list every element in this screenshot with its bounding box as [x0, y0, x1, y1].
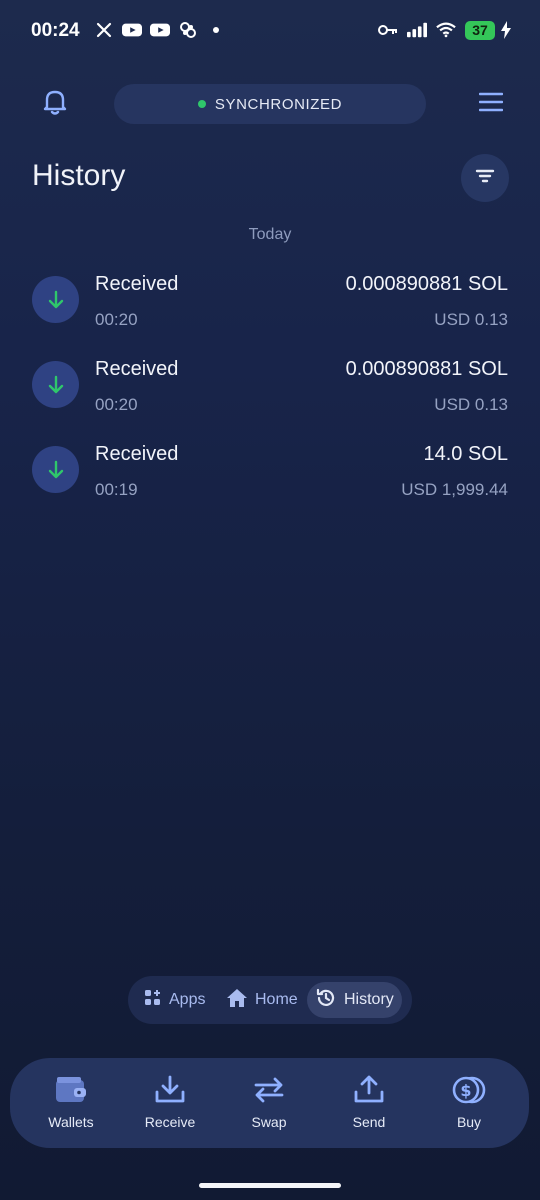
- menu-button[interactable]: [470, 84, 512, 124]
- home-icon: [226, 988, 248, 1013]
- nav-swap[interactable]: Swap: [219, 1058, 319, 1148]
- transaction-row[interactable]: Received 00:20 0.000890881 SOL USD 0.13: [0, 347, 540, 432]
- page-title: History: [32, 159, 126, 192]
- battery-icon: 37: [465, 20, 495, 40]
- nav-receive[interactable]: Receive: [120, 1058, 220, 1148]
- status-bar: 00:24 37: [0, 0, 540, 62]
- transaction-fiat-value: USD 1,999.44: [401, 480, 508, 499]
- received-arrow-icon: [32, 361, 79, 408]
- status-system-icons: 37: [378, 20, 516, 40]
- sync-status-pill[interactable]: SYNCHRONIZED: [114, 84, 426, 124]
- history-icon: [315, 987, 337, 1014]
- filter-icon: [475, 168, 495, 189]
- status-time: 00:24: [31, 20, 80, 41]
- x-icon: [94, 20, 114, 40]
- transaction-time: 00:20: [95, 310, 138, 329]
- home-indicator[interactable]: [199, 1183, 341, 1188]
- transaction-amount: 0.000890881 SOL: [345, 273, 508, 295]
- sync-status-label: SYNCHRONIZED: [214, 95, 343, 113]
- nav-receive-label: Receive: [144, 1114, 196, 1130]
- key-icon: [378, 20, 398, 40]
- tab-home-label: Home: [255, 991, 298, 1008]
- receive-icon: [153, 1074, 187, 1106]
- nav-send[interactable]: Send: [319, 1058, 419, 1148]
- send-icon: [352, 1074, 386, 1106]
- buy-icon: $: [452, 1074, 486, 1106]
- transaction-type: Received: [95, 443, 179, 465]
- transaction-time: 00:19: [95, 480, 138, 499]
- svg-text:$: $: [460, 1081, 471, 1100]
- apps-icon: [144, 989, 162, 1012]
- tab-history[interactable]: History: [307, 982, 402, 1018]
- dot-icon: [206, 20, 226, 40]
- notifications-button[interactable]: [32, 82, 78, 126]
- bell-icon: [42, 88, 68, 121]
- youtube-icon: [150, 20, 170, 40]
- nav-swap-label: Swap: [251, 1114, 287, 1130]
- nav-buy-label: Buy: [456, 1114, 482, 1130]
- tab-apps-label: Apps: [169, 991, 206, 1008]
- wifi-icon: [436, 20, 456, 40]
- filter-button[interactable]: [461, 154, 509, 202]
- wallet-icon: [54, 1074, 88, 1106]
- view-switcher: Apps Home History: [128, 976, 412, 1024]
- nav-wallets[interactable]: Wallets: [21, 1058, 121, 1148]
- transaction-type: Received: [95, 273, 179, 295]
- bottom-nav: Wallets Receive Swap Send $ Buy: [10, 1058, 529, 1148]
- charging-icon: [496, 20, 516, 40]
- swap-icon: [252, 1074, 286, 1106]
- received-arrow-icon: [32, 276, 79, 323]
- transaction-type: Received: [95, 358, 179, 380]
- transaction-list: Received 00:20 0.000890881 SOL USD 0.13 …: [0, 262, 540, 517]
- youtube-icon: [122, 20, 142, 40]
- nav-send-label: Send: [352, 1114, 386, 1130]
- transaction-fiat-value: USD 0.13: [434, 310, 508, 329]
- tab-home[interactable]: Home: [218, 982, 306, 1018]
- hamburger-icon: [478, 92, 504, 117]
- transaction-row[interactable]: Received 00:19 14.0 SOL USD 1,999.44: [0, 432, 540, 517]
- transaction-fiat-value: USD 0.13: [434, 395, 508, 414]
- transaction-amount: 14.0 SOL: [423, 443, 508, 465]
- tab-history-label: History: [344, 991, 394, 1008]
- transaction-time: 00:20: [95, 395, 138, 414]
- tab-apps[interactable]: Apps: [136, 982, 213, 1018]
- sync-status-dot: [197, 100, 206, 108]
- date-section-label: Today: [248, 226, 292, 243]
- app-icon: [178, 20, 198, 40]
- nav-buy[interactable]: $ Buy: [419, 1058, 519, 1148]
- transaction-row[interactable]: Received 00:20 0.000890881 SOL USD 0.13: [0, 262, 540, 347]
- status-notification-icons: [94, 20, 226, 40]
- nav-wallets-label: Wallets: [48, 1114, 94, 1130]
- signal-icon: [407, 20, 427, 40]
- transaction-amount: 0.000890881 SOL: [345, 358, 508, 380]
- received-arrow-icon: [32, 446, 79, 493]
